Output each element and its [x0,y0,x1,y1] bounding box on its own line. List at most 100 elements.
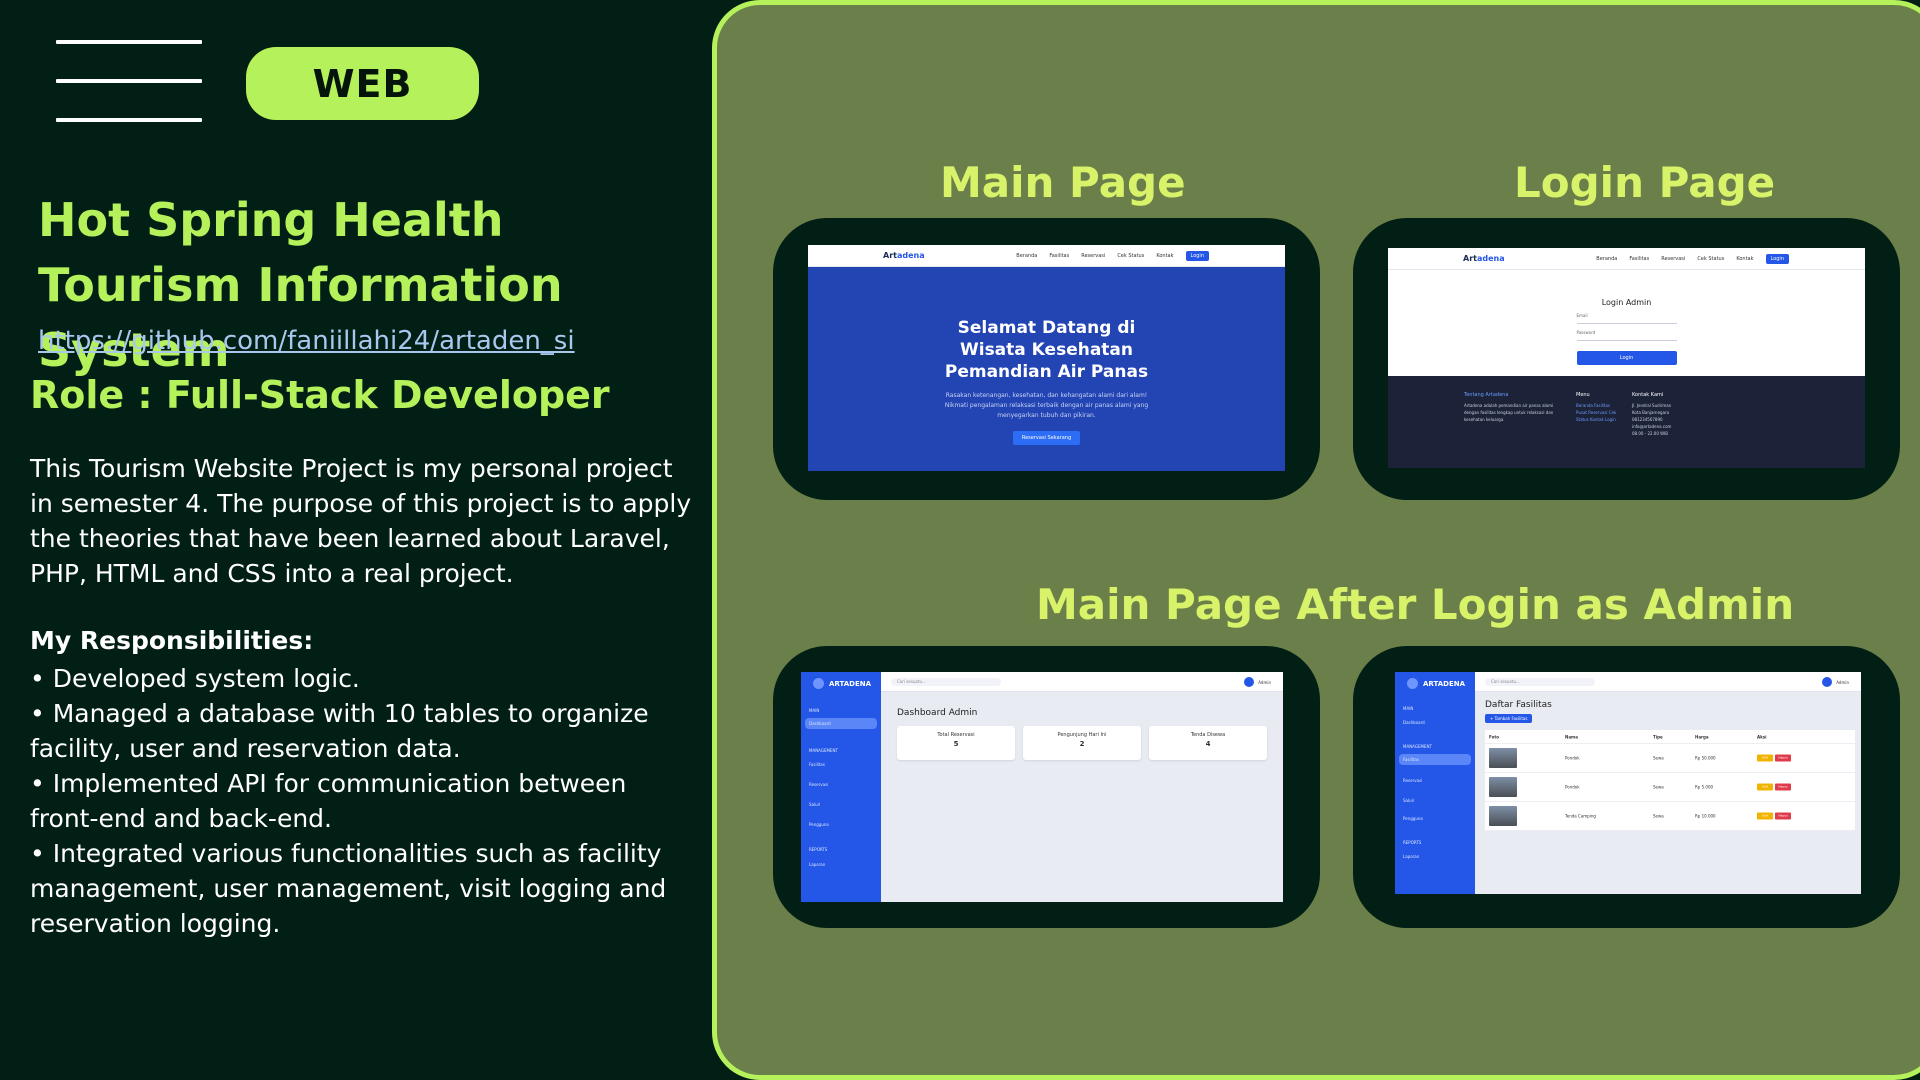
list-item: • Developed system logic. [30,664,360,693]
admin-brand: ARTADENA [1423,680,1466,688]
sidebar-item-laporan[interactable]: Laporan [1403,854,1419,859]
nav-link[interactable]: Cek Status [1697,256,1724,262]
footer-about: Tentang Artadena Artadena adalah pemandi… [1464,392,1554,422]
facility-photo [1489,777,1517,797]
site-footer: Tentang Artadena Artadena adalah pemandi… [1388,376,1865,468]
facilities-table: Foto Nama Tipe Harga Aksi Pondok Sewa Rp… [1485,730,1855,831]
nav-link[interactable]: Beranda [1016,253,1037,259]
nav-link[interactable]: Fasilitas [1629,256,1649,262]
sidebar-item-pengguna[interactable]: Pengguna [809,822,829,827]
sidebar-section: MAIN [809,708,820,713]
logo-icon [1407,678,1418,689]
table-header: Foto Nama Tipe Harga Aksi [1485,730,1855,744]
stats-cards: Total Reservasi 5 Pengunjung Hari Ini 2 Te… [897,726,1267,760]
facilities-title: Daftar Fasilitas [1485,700,1552,710]
login-page-label: Login Page [1514,158,1776,207]
admin-topbar: Cari sesuatu... Admin [881,672,1283,692]
login-form: Login Admin Email Password Login [1388,270,1865,376]
responsibilities-list: • Developed system logic. • Managed a da… [30,661,700,941]
edit-button[interactable]: Edit [1757,812,1773,820]
login-button[interactable]: Login [1185,250,1209,261]
sidebar-item-reservasi[interactable]: Reservasi [809,782,828,787]
nav-link[interactable]: Kontak [1736,256,1753,262]
login-submit-button[interactable]: Login [1576,351,1677,365]
sidebar-section: REPORTS [1403,840,1422,845]
site-navbar: Artadena Beranda Fasilitas Reservasi Cek… [808,245,1285,267]
login-button[interactable]: Login [1765,253,1789,264]
delete-button[interactable]: Hapus [1775,783,1791,791]
nav-link[interactable]: Beranda [1596,256,1617,262]
edit-button[interactable]: Edit [1757,754,1773,762]
facility-photo [1489,806,1517,826]
sidebar-item-pengguna[interactable]: Pengguna [1403,816,1423,821]
user-menu[interactable]: Admin [1244,677,1271,687]
hero-section: Selamat Datang di Wisata Kesehatan Peman… [808,267,1285,471]
sidebar-item-laporan[interactable]: Laporan [809,862,825,867]
delete-button[interactable]: Hapus [1775,754,1791,762]
hero-text: Rasakan ketenangan, kesehatan, dan kehan… [944,392,1149,419]
list-item: • Implemented API for communication betw… [30,769,627,833]
sidebar-item-saluri[interactable]: Saluri [809,802,820,807]
reservation-button[interactable]: Reservasi Sekarang [1012,431,1081,445]
sidebar-section: MANAGEMENT [809,748,838,753]
table-row: Pondok Sewa Rp 50.000 Edit Hapus [1485,744,1855,773]
email-field[interactable]: Email [1576,313,1677,324]
main-page-label: Main Page [940,158,1186,207]
stat-card: Pengunjung Hari Ini 2 [1023,726,1141,760]
nav-link[interactable]: Fasilitas [1049,253,1069,259]
role-text: Role : Full-Stack Developer [30,373,610,417]
sidebar-item-dashboard[interactable]: Dashboard [1403,720,1425,725]
footer-contact: Kontak Kami Jl. Jendral Sudirman Kota Ba… [1632,392,1672,436]
add-facility-button[interactable]: + Tambah Fasilitas [1485,714,1533,723]
repo-link[interactable]: https://github.com/faniillahi24/artaden_… [38,326,575,356]
admin-page-label: Main Page After Login as Admin [1036,580,1795,629]
sidebar-section: REPORTS [809,847,828,852]
nav-link[interactable]: Reservasi [1081,253,1105,259]
search-input[interactable]: Cari sesuatu... [891,678,1001,686]
dashboard-title: Dashboard Admin [897,708,978,718]
delete-button[interactable]: Hapus [1775,812,1791,820]
admin-topbar: Cari sesuatu... Admin [1475,672,1861,692]
responsibilities-title: My Responsibilities: [30,626,314,655]
admin-content: Cari sesuatu... Admin Daftar Fasilitas +… [1475,672,1861,894]
login-page-screenshot: Artadena Beranda Fasilitas Reservasi Cek… [1388,248,1865,468]
list-item: • Managed a database with 10 tables to o… [30,699,649,763]
site-logo: Artadena [883,251,925,260]
sidebar-item-dashboard[interactable]: Dashboard [805,718,877,729]
main-page-frame: Artadena Beranda Fasilitas Reservasi Cek… [773,218,1320,500]
footer-link[interactable]: Pusat Reservasi Cek [1576,409,1626,416]
site-logo: Artadena [1463,254,1505,263]
sidebar-item-fasilitas[interactable]: Fasilitas [1399,754,1471,765]
table-row: Tenda Camping Sewa Rp 10.000 Edit Hapus [1485,802,1855,831]
menu-icon[interactable] [56,40,202,122]
logo-icon [813,678,824,689]
table-row: Pondok Sewa Rp 5.000 Edit Hapus [1485,773,1855,802]
site-navbar: Artadena Beranda Fasilitas Reservasi Cek… [1388,248,1865,270]
sidebar-item-fasilitas[interactable]: Fasilitas [809,762,825,767]
stat-card: Tenda Disewa 4 [1149,726,1267,760]
admin-brand: ARTADENA [829,680,872,688]
edit-button[interactable]: Edit [1757,783,1773,791]
avatar [1244,677,1255,687]
admin-dashboard-screenshot: ARTADENA MAIN Dashboard MANAGEMENT Fasil… [801,672,1283,902]
nav-link[interactable]: Kontak [1156,253,1173,259]
sidebar-section: MANAGEMENT [1403,744,1432,749]
avatar [1822,677,1833,687]
admin-facilities-screenshot: ARTADENA MAIN Dashboard MANAGEMENT Fasil… [1395,672,1861,894]
admin-facilities-frame: ARTADENA MAIN Dashboard MANAGEMENT Fasil… [1353,646,1900,928]
main-page-screenshot: Artadena Beranda Fasilitas Reservasi Cek… [808,245,1285,471]
footer-menu: Menu Beranda Fasilitas Pusat Reservasi C… [1576,392,1626,423]
footer-link[interactable]: Status Kontak Login [1576,416,1626,423]
nav-link[interactable]: Cek Status [1117,253,1144,259]
search-input[interactable]: Cari sesuatu... [1485,678,1595,686]
password-field[interactable]: Password [1576,330,1677,341]
sidebar-item-reservasi[interactable]: Reservasi [1403,778,1422,783]
user-menu[interactable]: Admin [1822,677,1849,687]
sidebar-item-saluri[interactable]: Saluri [1403,798,1414,803]
footer-link[interactable]: Beranda Fasilitas [1576,402,1626,409]
sidebar-section: MAIN [1403,706,1414,711]
nav-link[interactable]: Reservasi [1661,256,1685,262]
hero-title: Selamat Datang di Wisata Kesehatan Peman… [944,318,1149,382]
category-badge: WEB [246,47,479,120]
facility-photo [1489,748,1517,768]
